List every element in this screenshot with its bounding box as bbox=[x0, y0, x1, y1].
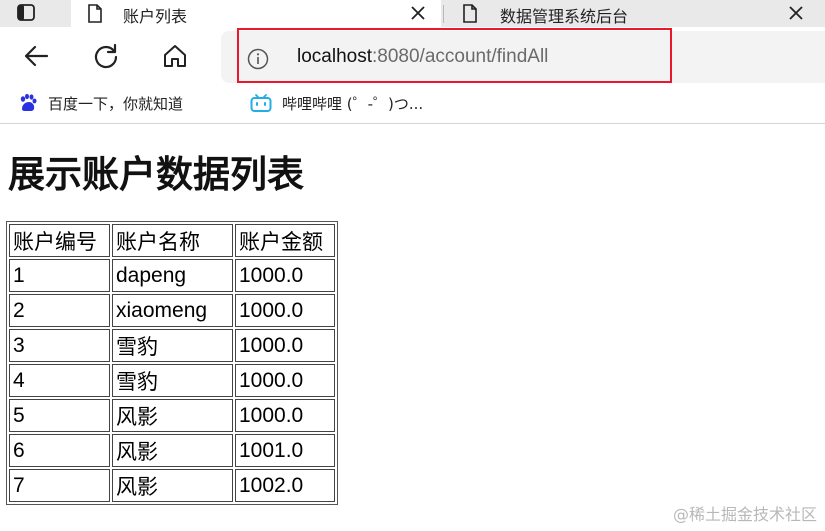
tab-strip: 账户列表 数据管理系统后台 bbox=[0, 0, 825, 27]
baidu-paw-icon bbox=[20, 93, 37, 112]
cell-id: 1 bbox=[9, 259, 110, 292]
tab-title: 账户列表 bbox=[123, 7, 188, 26]
tab-title: 数据管理系统后台 bbox=[500, 7, 629, 26]
cell-id: 2 bbox=[9, 294, 110, 327]
close-icon[interactable] bbox=[409, 4, 427, 22]
accounts-table: 账户编号 账户名称 账户金额 1 dapeng 1000.0 2 xiaomen… bbox=[6, 221, 338, 505]
bookmark-label: 百度一下，你就知道 bbox=[48, 94, 184, 113]
column-header-name: 账户名称 bbox=[112, 224, 233, 257]
table-row: 7 风影 1002.0 bbox=[9, 469, 335, 502]
cell-id: 5 bbox=[9, 399, 110, 432]
reload-icon[interactable] bbox=[93, 43, 119, 69]
cell-name: 风影 bbox=[112, 434, 233, 467]
bookmark-label: 哔哩哔哩 (゜-゜)つ... bbox=[282, 94, 424, 113]
cell-name: 风影 bbox=[112, 469, 233, 502]
table-row: 1 dapeng 1000.0 bbox=[9, 259, 335, 292]
cell-id: 7 bbox=[9, 469, 110, 502]
cell-amount: 1000.0 bbox=[235, 399, 335, 432]
cell-name: 雪豹 bbox=[112, 364, 233, 397]
bookmark-baidu[interactable]: 百度一下，你就知道 bbox=[18, 92, 183, 114]
bilibili-tv-icon bbox=[250, 94, 272, 112]
column-header-amount: 账户金额 bbox=[235, 224, 335, 257]
cell-amount: 1000.0 bbox=[235, 364, 335, 397]
document-icon bbox=[88, 4, 102, 23]
bookmarks-bar: 百度一下，你就知道 哔哩哔哩 (゜-゜)つ... bbox=[0, 85, 825, 124]
cell-name: 风影 bbox=[112, 399, 233, 432]
back-arrow-icon[interactable] bbox=[23, 43, 49, 69]
table-row: 6 风影 1001.0 bbox=[9, 434, 335, 467]
tab-data-admin[interactable]: 数据管理系统后台 bbox=[446, 0, 825, 27]
cell-amount: 1002.0 bbox=[235, 469, 335, 502]
cell-id: 4 bbox=[9, 364, 110, 397]
tab-actions-icon[interactable] bbox=[17, 4, 35, 21]
cell-amount: 1000.0 bbox=[235, 259, 335, 292]
home-icon[interactable] bbox=[162, 43, 188, 69]
cell-id: 3 bbox=[9, 329, 110, 362]
table-row: 3 雪豹 1000.0 bbox=[9, 329, 335, 362]
document-icon bbox=[463, 4, 477, 23]
watermark: @稀土掘金技术社区 bbox=[672, 505, 817, 524]
page-heading: 展示账户数据列表 bbox=[8, 153, 304, 196]
url-highlight-box bbox=[237, 28, 672, 83]
cell-id: 6 bbox=[9, 434, 110, 467]
tab-divider bbox=[443, 5, 444, 23]
tab-account-list[interactable]: 账户列表 bbox=[71, 0, 441, 27]
cell-amount: 1001.0 bbox=[235, 434, 335, 467]
table-header-row: 账户编号 账户名称 账户金额 bbox=[9, 224, 335, 257]
table-row: 4 雪豹 1000.0 bbox=[9, 364, 335, 397]
table-row: 5 风影 1000.0 bbox=[9, 399, 335, 432]
cell-name: xiaomeng bbox=[112, 294, 233, 327]
column-header-id: 账户编号 bbox=[9, 224, 110, 257]
table-row: 2 xiaomeng 1000.0 bbox=[9, 294, 335, 327]
cell-amount: 1000.0 bbox=[235, 329, 335, 362]
cell-name: dapeng bbox=[112, 259, 233, 292]
bookmark-bilibili[interactable]: 哔哩哔哩 (゜-゜)つ... bbox=[250, 92, 423, 114]
cell-name: 雪豹 bbox=[112, 329, 233, 362]
close-icon[interactable] bbox=[787, 4, 805, 22]
cell-amount: 1000.0 bbox=[235, 294, 335, 327]
